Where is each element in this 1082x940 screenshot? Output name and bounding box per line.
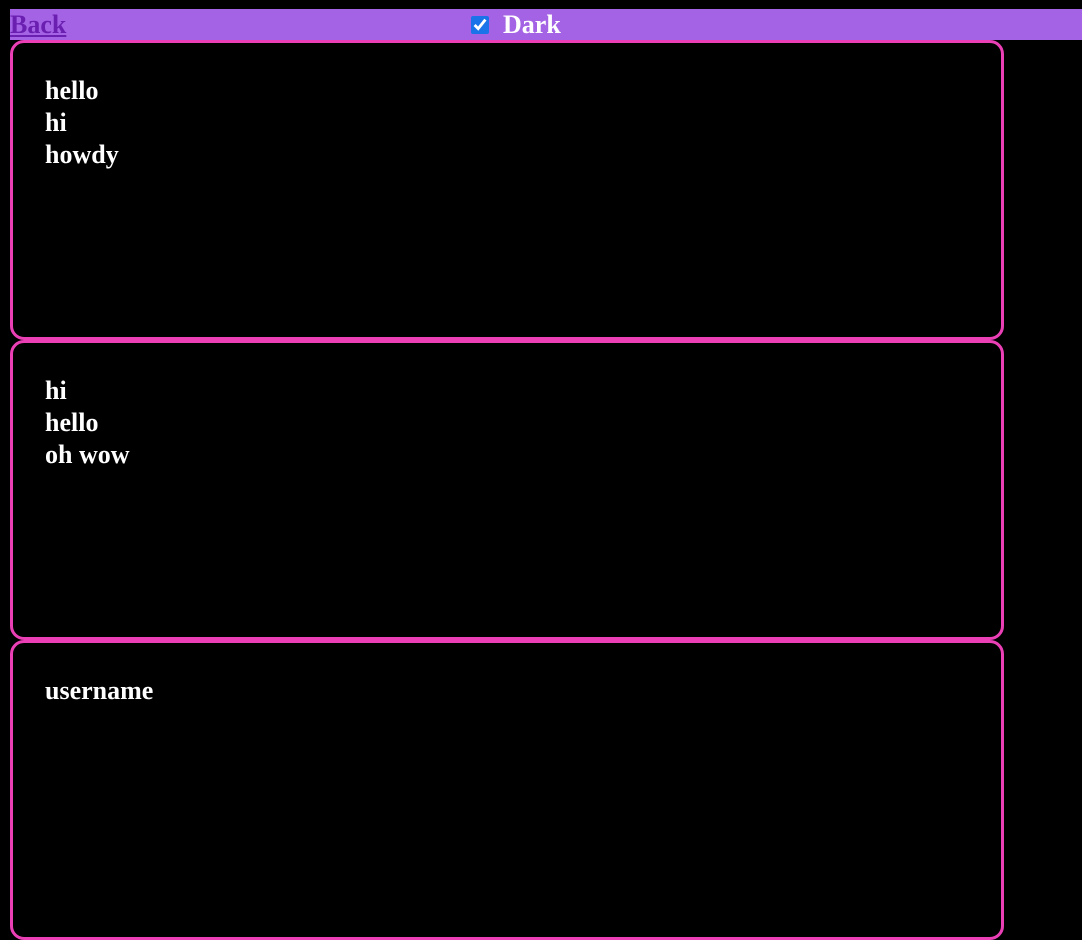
message-line: oh wow: [45, 440, 130, 469]
message-line: hello: [45, 408, 99, 437]
message-card: username: [10, 640, 1004, 940]
message-card: hi hello oh wow: [10, 340, 1004, 640]
message-card: hello hi howdy: [10, 40, 1004, 340]
message-line: howdy: [45, 140, 119, 169]
message-lines: hi hello oh wow: [45, 375, 130, 471]
message-line: hello: [45, 76, 99, 105]
dark-mode-label: Dark: [503, 10, 561, 39]
top-bar: Back Dark: [10, 9, 1082, 40]
dark-mode-checkbox[interactable]: [471, 15, 489, 34]
dark-mode-toggle[interactable]: Dark: [471, 9, 561, 40]
message-lines: username: [45, 675, 153, 707]
username-label: username: [45, 676, 154, 705]
message-line: hi: [45, 108, 67, 137]
back-link[interactable]: Back: [10, 9, 66, 40]
message-line: hi: [45, 376, 67, 405]
message-lines: hello hi howdy: [45, 75, 119, 171]
